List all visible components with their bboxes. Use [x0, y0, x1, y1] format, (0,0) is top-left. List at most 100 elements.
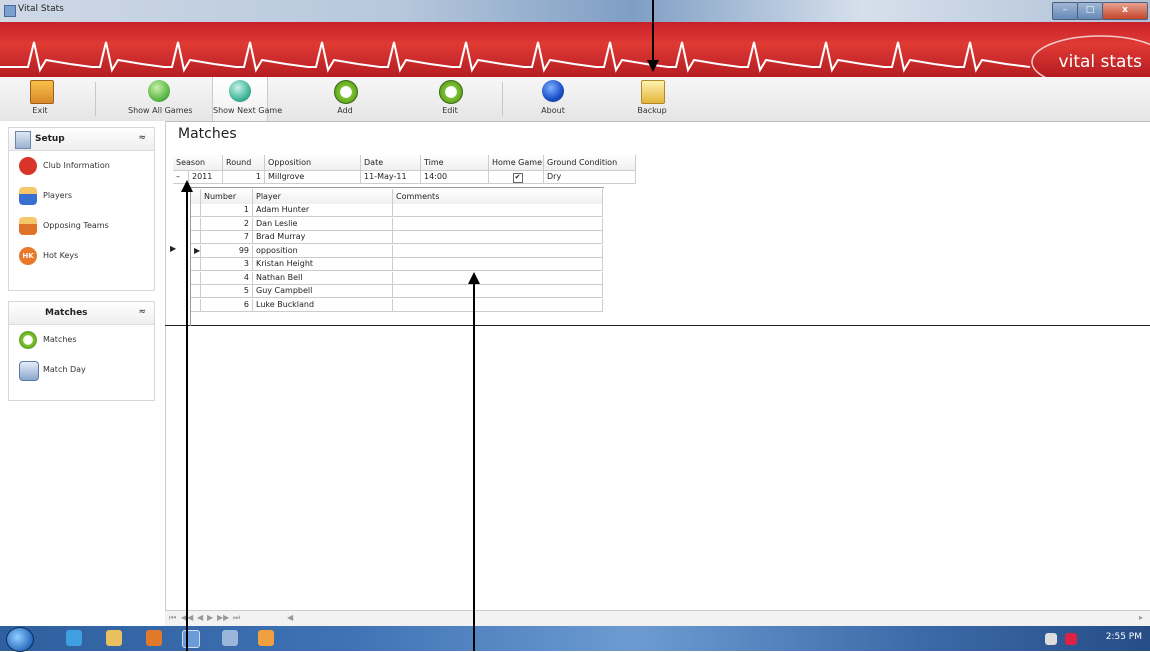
table-row[interactable]: 5 Guy Campbell [191, 285, 603, 299]
vital-stats-taskbar-icon[interactable] [182, 630, 200, 648]
table-row[interactable]: 2 Dan Leslie [191, 217, 603, 232]
sidebar-item-club-information[interactable]: Club Information [9, 151, 154, 181]
add-button[interactable]: Add [325, 77, 365, 121]
home-game-checkbox[interactable]: ✔ [512, 173, 523, 183]
cell-ground-condition[interactable]: Dry [544, 171, 636, 184]
sidebar-item-matches[interactable]: Matches [9, 325, 154, 355]
cell-comments[interactable] [393, 244, 603, 258]
cell-date[interactable]: 11-May-11 [361, 171, 421, 184]
about-button[interactable]: About [533, 77, 573, 121]
cell-number[interactable]: 5 [201, 285, 253, 298]
row-selector[interactable] [191, 258, 201, 271]
start-button[interactable] [6, 627, 34, 652]
row-selector[interactable] [191, 271, 201, 285]
cell-player[interactable]: Luke Buckland [253, 298, 393, 312]
cell-comments[interactable] [393, 231, 603, 244]
cell-player[interactable]: opposition [253, 244, 393, 258]
setup-icon [15, 131, 31, 149]
matches-group: Matches ≈ Matches Match Day [8, 301, 155, 401]
cell-comments[interactable] [393, 217, 603, 231]
cell-comments[interactable] [393, 285, 603, 298]
cell-number[interactable]: 3 [201, 258, 253, 271]
row-selector[interactable] [191, 298, 201, 312]
cell-opposition[interactable]: Millgrove [265, 171, 361, 184]
next-page-button[interactable]: ▶▶ [217, 613, 229, 622]
media-player-icon[interactable] [146, 630, 162, 646]
cell-round[interactable]: 1 [223, 171, 265, 184]
scroll-right-button[interactable]: ▸ [1139, 613, 1143, 622]
table-row[interactable]: – 2011 1 Millgrove 11-May-11 14:00 ✔ Dry [173, 171, 1150, 185]
cell-number[interactable]: 99 [201, 244, 253, 258]
cell-number[interactable]: 4 [201, 271, 253, 285]
file-explorer-icon[interactable] [106, 630, 122, 646]
column-header-home-game[interactable]: Home Game [489, 155, 544, 171]
cell-player[interactable]: Kristan Height [253, 258, 393, 271]
column-header-season[interactable]: Season [173, 155, 223, 171]
column-header-opposition[interactable]: Opposition [265, 155, 361, 171]
show-next-game-button[interactable]: Show Next Game [212, 77, 282, 121]
table-row[interactable]: 4 Nathan Bell [191, 271, 603, 286]
cell-player[interactable]: Dan Leslie [253, 217, 393, 231]
system-clock[interactable]: 2:55 PM [1106, 632, 1142, 642]
cell-comments[interactable] [393, 298, 603, 312]
row-selector[interactable] [191, 231, 201, 244]
cell-number[interactable]: 7 [201, 231, 253, 244]
cell-time[interactable]: 14:00 [421, 171, 489, 184]
cell-player[interactable]: Adam Hunter [253, 204, 393, 217]
cell-comments[interactable] [393, 204, 603, 217]
collapse-chevron-icon[interactable]: ≈ [138, 133, 146, 143]
cell-home-game[interactable]: ✔ [489, 171, 544, 184]
next-record-button[interactable]: ▶ [207, 613, 213, 622]
row-selector[interactable]: ▶ [191, 244, 201, 258]
show-all-games-button[interactable]: Show All Games [128, 77, 193, 121]
first-record-button[interactable]: ⏮ [169, 613, 176, 623]
add-clock-icon [334, 80, 358, 104]
setup-group-header[interactable]: Setup ≈ [9, 128, 154, 151]
table-row[interactable]: 7 Brad Murray [191, 231, 603, 245]
close-button[interactable]: x [1102, 2, 1148, 20]
maximize-button[interactable]: □ [1077, 2, 1103, 20]
backup-button[interactable]: Backup [632, 77, 672, 121]
info-icon [542, 80, 564, 102]
cell-comments[interactable] [393, 258, 603, 271]
edit-button[interactable]: Edit [430, 77, 470, 121]
cell-number[interactable]: 2 [201, 217, 253, 231]
cell-season[interactable]: 2011 [189, 171, 223, 184]
table-row[interactable]: 1 Adam Hunter [191, 204, 603, 218]
column-header-ground-condition[interactable]: Ground Condition [544, 155, 636, 171]
window-taskbar-icon[interactable] [222, 630, 238, 646]
table-row[interactable]: ▶ 99 opposition [191, 244, 603, 259]
row-selector[interactable] [191, 285, 201, 298]
scroll-left-button[interactable]: ◀ [287, 613, 293, 622]
last-record-button[interactable]: ⏭ [233, 613, 240, 623]
row-selector[interactable] [191, 217, 201, 231]
row-selector[interactable] [191, 204, 201, 217]
column-header-round[interactable]: Round [223, 155, 265, 171]
column-header-time[interactable]: Time [421, 155, 489, 171]
cell-player[interactable]: Guy Campbell [253, 285, 393, 298]
tray-volume-icon[interactable] [1065, 633, 1077, 645]
minimize-button[interactable]: – [1052, 2, 1078, 20]
cell-player[interactable]: Nathan Bell [253, 271, 393, 285]
sidebar-item-match-day[interactable]: Match Day [9, 355, 154, 385]
table-row[interactable]: 6 Luke Buckland [191, 298, 603, 313]
column-header-comments[interactable]: Comments [393, 189, 603, 205]
cell-number[interactable]: 6 [201, 298, 253, 312]
internet-explorer-icon[interactable] [66, 630, 82, 646]
sidebar-item-opposing-teams[interactable]: Opposing Teams [9, 211, 154, 241]
sidebar-item-hot-keys[interactable]: HK Hot Keys [9, 241, 154, 271]
matches-group-header[interactable]: Matches ≈ [9, 302, 154, 325]
sidebar-item-players[interactable]: Players [9, 181, 154, 211]
app-taskbar-icon[interactable] [258, 630, 274, 646]
table-row[interactable]: 3 Kristan Height [191, 258, 603, 272]
cell-player[interactable]: Brad Murray [253, 231, 393, 244]
cell-comments[interactable] [393, 271, 603, 285]
exit-button[interactable]: Exit [18, 77, 62, 121]
column-header-date[interactable]: Date [361, 155, 421, 171]
tray-flag-icon[interactable] [1045, 633, 1057, 645]
column-header-player[interactable]: Player [253, 189, 393, 205]
collapse-chevron-icon[interactable]: ≈ [138, 307, 146, 317]
column-header-number[interactable]: Number [201, 189, 253, 205]
prev-record-button[interactable]: ◀ [197, 613, 203, 622]
cell-number[interactable]: 1 [201, 204, 253, 217]
